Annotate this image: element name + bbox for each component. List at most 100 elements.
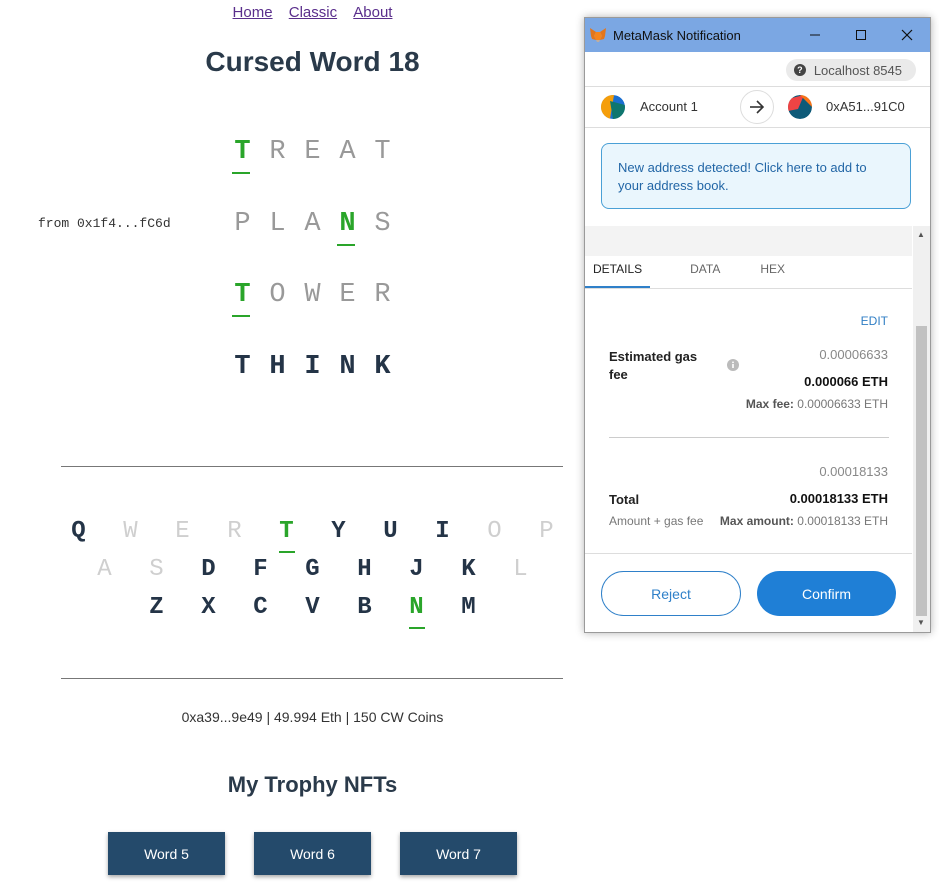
trophy-button-word-5[interactable]: Word 5 (108, 832, 225, 875)
max-fee-value: 0.00006633 ETH (797, 397, 888, 411)
network-bar: ? Localhost 8545 (585, 52, 930, 87)
guess-letter: T (234, 352, 251, 382)
max-amount-value: 0.00018133 ETH (797, 514, 888, 528)
scroll-up-icon[interactable]: ▲ (917, 230, 925, 239)
info-icon[interactable] (727, 359, 739, 371)
key-v[interactable]: V (287, 593, 339, 623)
tab-details[interactable]: DETAILS (585, 262, 651, 288)
key-g[interactable]: G (287, 555, 339, 585)
account-bar: Account 1 0xA51...91C0 (585, 87, 930, 128)
guess-letter: N (330, 208, 365, 246)
maximize-icon (856, 30, 866, 40)
key-z[interactable]: Z (131, 593, 183, 623)
guess-letter: P (234, 209, 251, 239)
tab-underline (585, 288, 912, 289)
keyboard-row: ASDFGHJKL (0, 555, 625, 585)
metamask-window-title: MetaMask Notification (613, 27, 741, 43)
guess-row: PLANS (0, 208, 625, 246)
metamask-titlebar[interactable]: MetaMask Notification (585, 18, 930, 52)
key-p[interactable]: P (521, 517, 573, 547)
key-s[interactable]: S (131, 555, 183, 585)
keyboard-row: QWERTYUIOP (0, 517, 625, 553)
max-amount: Max amount: 0.00018133 ETH (720, 514, 888, 528)
guess-letter: W (304, 280, 321, 310)
question-icon: ? (793, 64, 806, 76)
max-amount-label: Max amount: (719, 514, 794, 528)
minimize-icon (810, 34, 820, 36)
reject-button[interactable]: Reject (601, 571, 741, 616)
key-l[interactable]: L (495, 555, 547, 585)
key-y[interactable]: Y (313, 517, 365, 547)
scroll-down-icon[interactable]: ▼ (917, 618, 925, 627)
section-divider-strip (585, 226, 912, 256)
guess-letter: S (374, 209, 391, 239)
confirm-button[interactable]: Confirm (757, 571, 896, 616)
max-fee-label: Max fee: (745, 397, 794, 411)
trophy-button-word-7[interactable]: Word 7 (400, 832, 517, 875)
key-b[interactable]: B (339, 593, 391, 623)
account-avatar[interactable] (601, 95, 625, 119)
amount-plus-gas-label: Amount + gas fee (609, 514, 704, 528)
key-x[interactable]: X (183, 593, 235, 623)
scrollbar-thumb[interactable] (916, 326, 927, 616)
keyboard-row: ZXCVBNM (0, 593, 625, 629)
key-h[interactable]: H (339, 555, 391, 585)
total-label: Total (609, 492, 640, 507)
wallet-status: 0xa39...9e49 | 49.994 Eth | 150 CW Coins (181, 709, 444, 725)
gas-fee-eth: 0.000066 ETH (804, 374, 888, 389)
key-o[interactable]: O (469, 517, 521, 547)
minimize-button[interactable] (792, 18, 838, 52)
nav-classic-link[interactable]: Classic (289, 4, 337, 21)
edit-gas-link[interactable]: EDIT (861, 314, 888, 328)
metamask-fox-icon (590, 28, 606, 42)
guess-letter: L (269, 209, 286, 239)
maximize-button[interactable] (838, 18, 884, 52)
key-e[interactable]: E (157, 517, 209, 547)
key-t[interactable]: T (261, 517, 313, 553)
tab-data[interactable]: DATA (690, 262, 720, 288)
guess-letter: E (339, 280, 356, 310)
nav-about-link[interactable]: About (353, 4, 392, 21)
total-fiat: 0.00018133 (819, 464, 888, 479)
guess-row: TOWER (0, 279, 625, 317)
trophy-button-word-6[interactable]: Word 6 (254, 832, 371, 875)
guess-letter: N (339, 352, 356, 382)
key-r[interactable]: R (209, 517, 261, 547)
tab-hex[interactable]: HEX (760, 262, 785, 288)
arrow-right-icon (740, 90, 774, 124)
guess-letter: T (225, 136, 260, 174)
key-k[interactable]: K (443, 555, 495, 585)
key-a[interactable]: A (79, 555, 131, 585)
key-j[interactable]: J (391, 555, 443, 585)
close-button[interactable] (884, 18, 930, 52)
guess-letter: I (304, 352, 321, 382)
divider-bottom (61, 678, 563, 679)
key-m[interactable]: M (443, 593, 495, 623)
network-name: Localhost 8545 (813, 62, 902, 78)
nav-home-link[interactable]: Home (233, 4, 273, 21)
transaction-details-panel: DETAILS DATA HEX EDIT Estimated gas fee … (585, 226, 930, 632)
key-n[interactable]: N (391, 593, 443, 629)
new-address-notice[interactable]: New address detected! Click here to add … (601, 143, 911, 209)
key-c[interactable]: C (235, 593, 287, 623)
key-f[interactable]: F (235, 555, 287, 585)
guess-letter: T (225, 279, 260, 317)
close-icon (901, 29, 913, 41)
key-i[interactable]: I (417, 517, 469, 547)
recipient-address[interactable]: 0xA51...91C0 (826, 99, 905, 114)
page-title: Cursed Word 18 (205, 46, 420, 77)
scrollbar[interactable]: ▲ ▼ (913, 226, 930, 632)
network-selector[interactable]: ? Localhost 8545 (785, 59, 916, 81)
guess-letter: E (304, 137, 321, 167)
gas-fee-label: Estimated gas fee (609, 349, 698, 382)
key-u[interactable]: U (365, 517, 417, 547)
guess-row: TREAT (0, 136, 625, 174)
key-q[interactable]: Q (53, 517, 105, 547)
guess-letter: R (269, 137, 286, 167)
divider-top (61, 466, 563, 467)
details-separator (609, 437, 889, 438)
top-nav: Home Classic About (0, 4, 625, 21)
trophy-list: Word 5 Word 6 Word 7 (108, 832, 517, 875)
key-d[interactable]: D (183, 555, 235, 585)
key-w[interactable]: W (105, 517, 157, 547)
